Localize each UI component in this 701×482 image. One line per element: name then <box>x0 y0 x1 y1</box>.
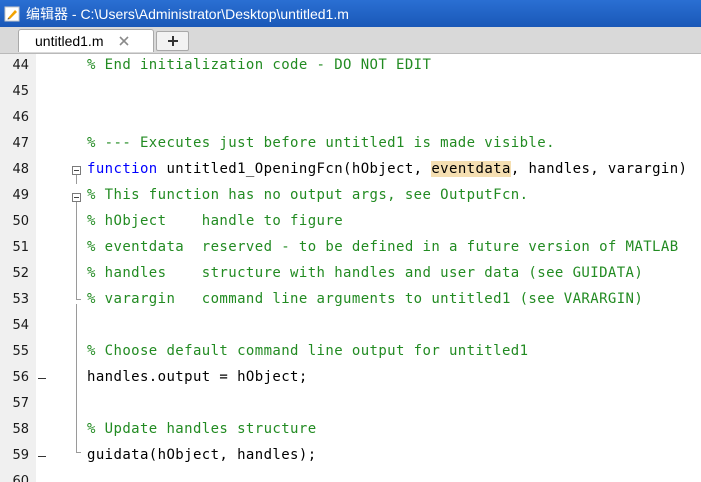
line-number[interactable]: 51 <box>0 240 29 255</box>
highlighted-token: eventdata <box>431 161 511 177</box>
line-number[interactable]: 48 <box>0 162 29 177</box>
line-number[interactable]: 57 <box>0 396 29 411</box>
tab-bar: untitled1.m <box>0 27 701 54</box>
comment-token: % --- Executes just before untitled1 is … <box>87 135 555 151</box>
code-line[interactable]: 60 <box>0 470 701 482</box>
code-text: function untitled1_OpeningFcn(hObject, e… <box>87 161 687 177</box>
code-text: % Update handles structure <box>87 421 317 437</box>
code-text: handles.output = hObject; <box>87 369 308 385</box>
code-editor[interactable]: 44 % End initialization code - DO NOT EDI… <box>0 54 701 482</box>
code-line[interactable]: 52 % handles structure with handles and u… <box>0 262 701 288</box>
fold-guide <box>76 202 77 299</box>
comment-token: % varargin command line arguments to unt… <box>87 291 644 307</box>
code-line[interactable]: 53 % varargin command line arguments to u… <box>0 288 701 314</box>
code-line[interactable]: 58 % Update handles structure <box>0 418 701 444</box>
line-number[interactable]: 52 <box>0 266 29 281</box>
fold-guide-end <box>76 299 81 300</box>
code-token: untitled1_OpeningFcn(hObject, <box>157 161 432 177</box>
tab-label: untitled1.m <box>35 33 104 49</box>
code-token: , handles, varargin) <box>510 161 688 177</box>
comment-token: % handles structure with handles and use… <box>87 265 644 281</box>
line-number[interactable]: 55 <box>0 344 29 359</box>
code-token: guidata(hObject, handles); <box>87 447 317 463</box>
code-line[interactable]: 44 % End initialization code - DO NOT EDI… <box>0 54 701 80</box>
code-text: % This function has no output args, see … <box>87 187 528 203</box>
line-number[interactable]: 47 <box>0 136 29 151</box>
line-number[interactable]: 53 <box>0 292 29 307</box>
title-bar: 编辑器 - C:\Users\Administrator\Desktop\unt… <box>0 0 701 27</box>
code-line[interactable]: 57 <box>0 392 701 418</box>
line-number[interactable]: 45 <box>0 84 29 99</box>
comment-token: % hObject handle to figure <box>87 213 344 229</box>
code-text: % eventdata reserved - to be defined in … <box>87 239 679 255</box>
code-text: guidata(hObject, handles); <box>87 447 317 463</box>
code-line[interactable]: 48 function untitled1_OpeningFcn(hObject,… <box>0 158 701 184</box>
keyword-token: function <box>87 161 158 177</box>
line-number[interactable]: 54 <box>0 318 29 333</box>
code-text: % handles structure with handles and use… <box>87 265 643 281</box>
code-line[interactable]: 54 <box>0 314 701 340</box>
executable-line-marker[interactable] <box>38 456 46 457</box>
code-token: handles.output = hObject; <box>87 369 308 385</box>
comment-token: % Update handles structure <box>87 421 317 437</box>
comment-token: % eventdata reserved - to be defined in … <box>87 239 679 255</box>
line-number[interactable]: 58 <box>0 422 29 437</box>
fold-guide <box>76 175 77 184</box>
code-line[interactable]: 55 % Choose default command line output f… <box>0 340 701 366</box>
fold-toggle-function[interactable] <box>72 166 81 175</box>
fold-toggle-comment-block[interactable] <box>72 193 81 202</box>
window-title: 编辑器 - C:\Users\Administrator\Desktop\unt… <box>26 5 349 22</box>
new-tab-button[interactable] <box>156 31 189 51</box>
line-number[interactable]: 49 <box>0 188 29 203</box>
code-text: % hObject handle to figure <box>87 213 343 229</box>
code-text: % varargin command line arguments to unt… <box>87 291 643 307</box>
code-text: % Choose default command line output for… <box>87 343 528 359</box>
code-line[interactable]: 50 % hObject handle to figure <box>0 210 701 236</box>
comment-token: % Choose default command line output for… <box>87 343 529 359</box>
code-line[interactable]: 51 % eventdata reserved - to be defined i… <box>0 236 701 262</box>
fold-guide <box>76 304 77 452</box>
line-number[interactable]: 60 <box>0 474 29 482</box>
executable-line-marker[interactable] <box>38 378 46 379</box>
comment-token: % This function has no output args, see … <box>87 187 529 203</box>
fold-guide-end <box>76 452 81 453</box>
close-icon[interactable] <box>117 34 131 48</box>
code-line[interactable]: 59 guidata(hObject, handles); <box>0 444 701 470</box>
code-text: % --- Executes just before untitled1 is … <box>87 135 555 151</box>
line-number[interactable]: 56 <box>0 370 29 385</box>
tab-untitled1[interactable]: untitled1.m <box>18 29 154 52</box>
editor-app-icon <box>4 6 20 22</box>
editor-window: 编辑器 - C:\Users\Administrator\Desktop\unt… <box>0 0 701 482</box>
code-line[interactable]: 49 % This function has no output args, se… <box>0 184 701 210</box>
line-number[interactable]: 46 <box>0 110 29 125</box>
comment-token: % End initialization code - DO NOT EDIT <box>87 57 432 73</box>
code-text: % End initialization code - DO NOT EDIT <box>87 57 431 73</box>
code-line[interactable]: 47 % --- Executes just before untitled1 i… <box>0 132 701 158</box>
code-line[interactable]: 56 handles.output = hObject; <box>0 366 701 392</box>
line-number[interactable]: 50 <box>0 214 29 229</box>
line-number[interactable]: 59 <box>0 448 29 463</box>
line-number[interactable]: 44 <box>0 58 29 73</box>
code-line[interactable]: 45 <box>0 80 701 106</box>
code-line[interactable]: 46 <box>0 106 701 132</box>
plus-icon <box>167 36 178 46</box>
